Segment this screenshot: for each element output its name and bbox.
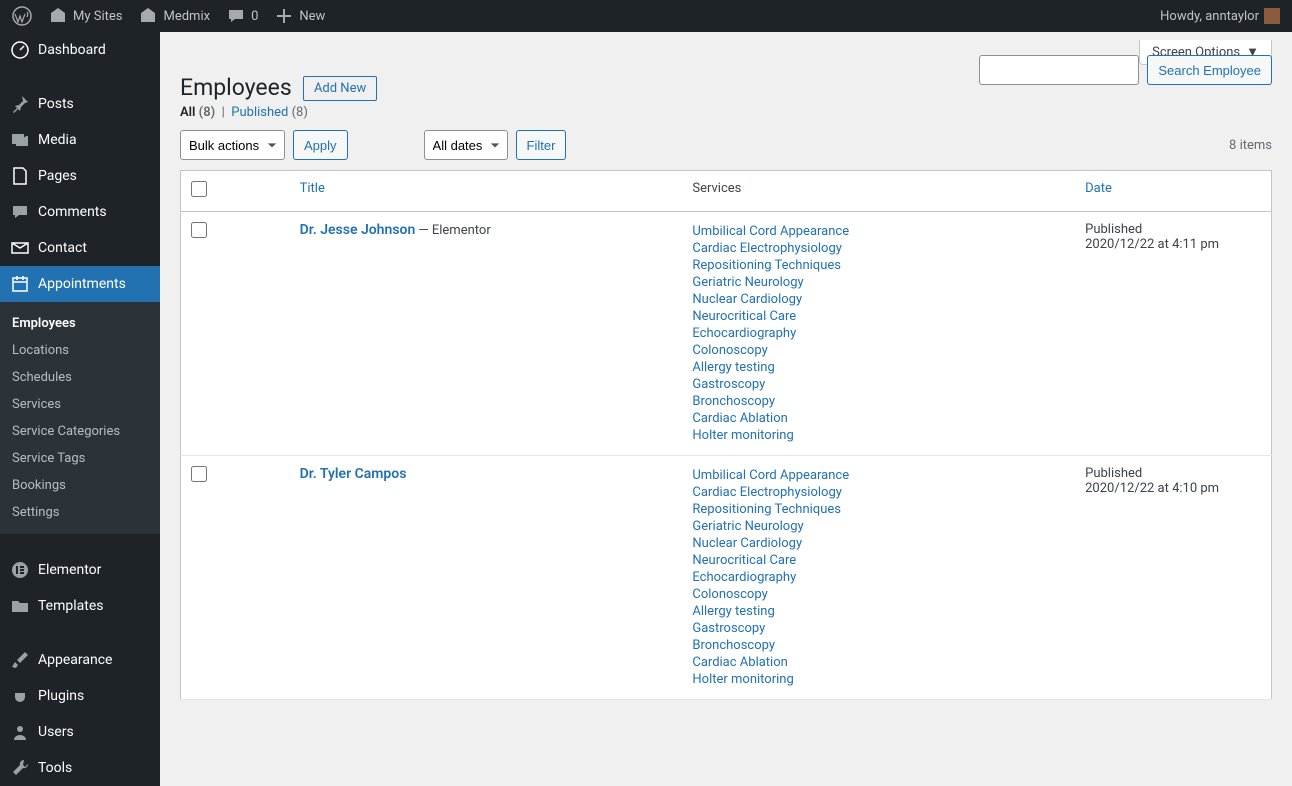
submenu-schedules[interactable]: Schedules (0, 364, 160, 391)
pin-icon (10, 94, 30, 114)
filter-published[interactable]: Published (8) (231, 105, 308, 120)
submenu-employees[interactable]: Employees (0, 310, 160, 337)
col-title[interactable]: Title (300, 181, 325, 196)
sidebar-comments[interactable]: Comments (0, 194, 160, 230)
service-link[interactable]: Allergy testing (692, 604, 774, 619)
row-checkbox[interactable] (191, 466, 207, 482)
submenu-service-categories[interactable]: Service Categories (0, 418, 160, 445)
service-link[interactable]: Echocardiography (692, 326, 796, 341)
submenu-locations[interactable]: Locations (0, 337, 160, 364)
date-filter-select[interactable]: All dates (424, 130, 508, 160)
submenu-bookings[interactable]: Bookings (0, 472, 160, 499)
service-link[interactable]: Bronchoscopy (692, 638, 775, 653)
service-link[interactable]: Holter monitoring (692, 428, 793, 443)
sidebar-users[interactable]: Users (0, 714, 160, 750)
folder-icon (10, 596, 30, 616)
items-count: 8 items (1229, 138, 1272, 153)
row-title-link[interactable]: Dr. Jesse Johnson (300, 222, 416, 238)
sidebar-elementor[interactable]: Elementor (0, 552, 160, 588)
sidebar-tools[interactable]: Tools (0, 750, 160, 786)
service-link[interactable]: Nuclear Cardiology (692, 536, 802, 551)
user-icon (10, 722, 30, 742)
filter-button[interactable]: Filter (516, 130, 567, 160)
service-link[interactable]: Neurocritical Care (692, 309, 796, 324)
service-link[interactable]: Repositioning Techniques (692, 502, 841, 517)
calendar-icon (10, 274, 30, 294)
page-icon (10, 166, 30, 186)
row-date: 2020/12/22 at 4:11 pm (1085, 237, 1261, 252)
service-link[interactable]: Neurocritical Care (692, 553, 796, 568)
mail-icon (10, 238, 30, 258)
service-link[interactable]: Umbilical Cord Appearance (692, 468, 849, 483)
row-title-link[interactable]: Dr. Tyler Campos (300, 466, 407, 482)
service-link[interactable]: Geriatric Neurology (692, 275, 803, 290)
my-sites[interactable]: My Sites (48, 6, 122, 26)
service-link[interactable]: Colonoscopy (692, 343, 767, 358)
row-status: Published (1085, 466, 1261, 481)
service-link[interactable]: Allergy testing (692, 360, 774, 375)
admin-sidebar: Dashboard Posts Media Pages Comments Con… (0, 32, 160, 786)
appointments-submenu: Employees Locations Schedules Services S… (0, 302, 160, 534)
row-checkbox[interactable] (191, 222, 207, 238)
search-button[interactable]: Search Employee (1147, 55, 1272, 85)
service-link[interactable]: Geriatric Neurology (692, 519, 803, 534)
submenu-settings[interactable]: Settings (0, 499, 160, 526)
main-content: Screen Options▼ Employees Add New Search… (160, 32, 1292, 786)
media-icon (10, 130, 30, 150)
new-content[interactable]: New (274, 6, 325, 26)
sidebar-pages[interactable]: Pages (0, 158, 160, 194)
sidebar-dashboard[interactable]: Dashboard (0, 32, 160, 68)
site-name[interactable]: Medmix (138, 6, 210, 26)
service-link[interactable]: Colonoscopy (692, 587, 767, 602)
brush-icon (10, 650, 30, 670)
howdy-user[interactable]: Howdy, anntaylor (1160, 8, 1280, 24)
col-date[interactable]: Date (1085, 181, 1112, 196)
filter-all[interactable]: All (8) (180, 105, 215, 120)
apply-button[interactable]: Apply (293, 130, 348, 160)
dashboard-icon (10, 40, 30, 60)
service-link[interactable]: Holter monitoring (692, 672, 793, 687)
row-title-suffix: — Elementor (415, 223, 490, 238)
sidebar-media[interactable]: Media (0, 122, 160, 158)
service-link[interactable]: Repositioning Techniques (692, 258, 841, 273)
sidebar-contact[interactable]: Contact (0, 230, 160, 266)
row-date: 2020/12/22 at 4:10 pm (1085, 481, 1261, 496)
sidebar-appearance[interactable]: Appearance (0, 642, 160, 678)
admin-topbar: My Sites Medmix 0 New Howdy, anntaylor (0, 0, 1292, 32)
service-link[interactable]: Bronchoscopy (692, 394, 775, 409)
employees-table: Title Services Date Dr. Jesse Johnson — … (180, 170, 1272, 700)
submenu-services[interactable]: Services (0, 391, 160, 418)
row-status: Published (1085, 222, 1261, 237)
sidebar-templates[interactable]: Templates (0, 588, 160, 624)
plug-icon (10, 686, 30, 706)
service-link[interactable]: Umbilical Cord Appearance (692, 224, 849, 239)
wrench-icon (10, 758, 30, 778)
sidebar-plugins[interactable]: Plugins (0, 678, 160, 714)
col-services: Services (682, 171, 1075, 212)
page-title: Employees (180, 65, 292, 105)
add-new-button[interactable]: Add New (303, 76, 377, 101)
service-link[interactable]: Gastroscopy (692, 621, 765, 636)
service-link[interactable]: Cardiac Electrophysiology (692, 241, 842, 256)
table-row: Dr. Tyler Campos Umbilical Cord Appearanc… (181, 456, 1272, 700)
service-link[interactable]: Gastroscopy (692, 377, 765, 392)
search-input[interactable] (979, 55, 1139, 85)
avatar (1264, 8, 1280, 24)
service-link[interactable]: Nuclear Cardiology (692, 292, 802, 307)
comment-icon (10, 202, 30, 222)
service-link[interactable]: Cardiac Ablation (692, 655, 787, 670)
comments-count[interactable]: 0 (226, 6, 258, 26)
table-row: Dr. Jesse Johnson — Elementor Umbilical C… (181, 212, 1272, 456)
elementor-icon (10, 560, 30, 580)
service-link[interactable]: Cardiac Electrophysiology (692, 485, 842, 500)
service-link[interactable]: Cardiac Ablation (692, 411, 787, 426)
service-link[interactable]: Echocardiography (692, 570, 796, 585)
sidebar-appointments[interactable]: Appointments (0, 266, 160, 302)
bulk-actions-select[interactable]: Bulk actions (180, 130, 285, 160)
sidebar-posts[interactable]: Posts (0, 86, 160, 122)
wp-logo[interactable] (12, 6, 32, 26)
status-filters: All (8) | Published (8) (180, 105, 1272, 120)
select-all-checkbox[interactable] (191, 181, 207, 197)
submenu-service-tags[interactable]: Service Tags (0, 445, 160, 472)
